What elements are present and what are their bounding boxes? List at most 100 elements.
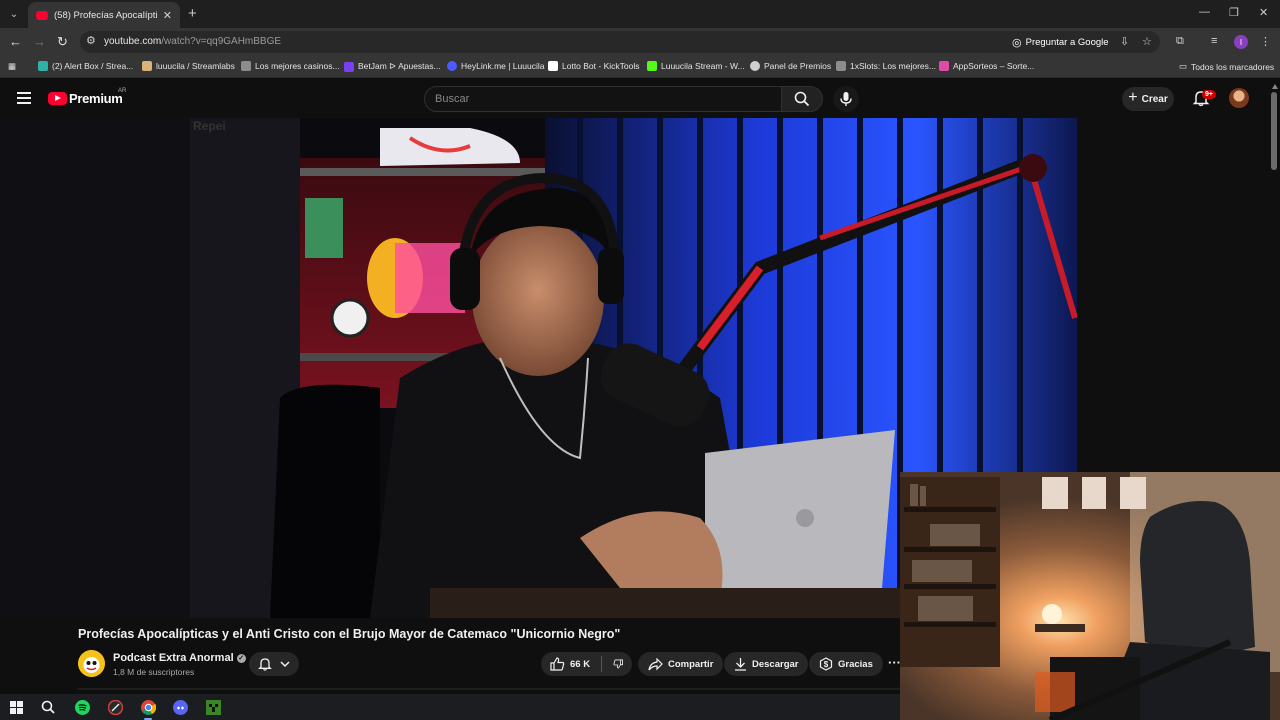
search-input[interactable]: Buscar xyxy=(424,86,782,112)
like-dislike-group: 66 K xyxy=(541,652,632,676)
browser-tab-active[interactable]: (58) Profecías Apocalípticas y el Anti C… xyxy=(28,2,180,28)
bookmark-favicon-icon xyxy=(548,61,558,71)
chevron-down-icon xyxy=(280,661,290,668)
bookmark-favicon-icon xyxy=(344,61,354,72)
close-window-icon[interactable]: ✕ xyxy=(1259,6,1268,19)
super-thanks-icon: $ xyxy=(819,657,833,671)
bookmark-heylink[interactable]: HeyLink.me | Luuucila xyxy=(447,61,544,71)
bookmark-streamlabs[interactable]: luuucila / Streamlabs xyxy=(142,61,235,71)
bookmark-panel-premios[interactable]: Panel de Premios xyxy=(750,61,831,71)
bookmark-favicon-icon xyxy=(447,61,457,71)
site-info-icon[interactable]: ⚙ xyxy=(86,34,96,47)
ask-google-button[interactable]: ◎ Preguntar a Google xyxy=(1012,33,1109,51)
bookmark-1xslots[interactable]: 1xSlots: Los mejores... xyxy=(836,61,936,71)
new-tab-button[interactable]: + xyxy=(188,5,197,22)
bookmark-star-icon[interactable]: ☆ xyxy=(1142,35,1152,48)
kick-favicon-icon xyxy=(647,61,657,71)
video-title: Profecías Apocalípticas y el Anti Cristo… xyxy=(78,627,621,641)
minecraft-icon[interactable] xyxy=(204,698,222,716)
bookmark-betjam[interactable]: BetJam ᐅ Apuestas... xyxy=(344,61,441,72)
install-app-icon[interactable]: ⇩ xyxy=(1120,35,1129,48)
bookmark-favicon-icon xyxy=(750,61,760,71)
thumbs-down-icon[interactable] xyxy=(613,657,623,671)
bookmark-appsorteos[interactable]: AppSorteos – Sorte... xyxy=(939,61,1034,71)
account-avatar[interactable] xyxy=(1229,88,1249,108)
bookmark-favicon-icon xyxy=(38,61,48,71)
download-icon xyxy=(735,658,746,671)
restore-window-icon[interactable]: ❐ xyxy=(1229,6,1239,19)
share-button[interactable]: Compartir xyxy=(638,652,724,676)
thanks-button[interactable]: $ Gracias xyxy=(809,652,883,676)
channel-logo-icon xyxy=(78,650,105,677)
bookmark-favicon-icon xyxy=(142,61,152,71)
app-icon-red-circle[interactable] xyxy=(106,698,124,716)
webcam-overlay xyxy=(900,472,1280,720)
bookmark-casinos[interactable]: Los mejores casinos... xyxy=(241,61,340,71)
minimize-window-icon[interactable]: — xyxy=(1199,6,1210,18)
watermark-logo: Repei xyxy=(193,119,226,133)
bookmark-luuucila-stream[interactable]: Luuucila Stream - W... xyxy=(647,61,745,71)
browser-profile-avatar[interactable]: I xyxy=(1234,35,1248,49)
taskbar-search-icon[interactable] xyxy=(39,698,57,716)
microphone-icon xyxy=(840,92,852,106)
browser-menu-icon[interactable]: ⋮ xyxy=(1260,35,1271,48)
search-button[interactable] xyxy=(781,86,823,112)
reload-icon[interactable]: ↻ xyxy=(57,34,68,50)
page-scrollbar-thumb[interactable] xyxy=(1271,92,1277,170)
bookmark-lotto-bot[interactable]: Lotto Bot - KickTools xyxy=(548,61,639,71)
download-label: Descargar xyxy=(752,658,799,670)
like-button[interactable]: 66 K xyxy=(550,657,590,671)
more-actions-button[interactable]: ··· xyxy=(888,655,901,670)
youtube-premium-logo[interactable]: Premium xyxy=(69,91,123,106)
browser-tab-strip: ⌄ (58) Profecías Apocalípticas y el Anti… xyxy=(0,0,1280,28)
webcam-feed xyxy=(900,472,1280,720)
channel-avatar[interactable] xyxy=(78,650,105,677)
url-text: youtube.com/watch?v=qq9GAHmBBGE xyxy=(104,36,282,47)
subscriber-count: 1,8 M de suscriptores xyxy=(113,667,195,677)
svg-text:$: $ xyxy=(824,660,829,669)
notifications-badge: 9+ xyxy=(1202,90,1216,99)
spotify-icon[interactable] xyxy=(73,698,91,716)
bookmarks-bar: ▦ (2) Alert Box / Strea... luuucila / St… xyxy=(0,56,1280,78)
create-button[interactable]: + Crear xyxy=(1122,87,1174,111)
video-side-area xyxy=(1077,118,1269,472)
discord-icon[interactable] xyxy=(171,698,189,716)
share-arrow-icon xyxy=(648,657,663,670)
bookmark-alert-box[interactable]: (2) Alert Box / Strea... xyxy=(38,61,133,71)
ask-google-label: Preguntar a Google xyxy=(1025,36,1109,48)
guide-menu-icon[interactable] xyxy=(17,92,31,104)
bookmark-favicon-icon xyxy=(939,61,949,71)
folder-icon: ▭ xyxy=(1179,61,1188,71)
forward-arrow-icon[interactable]: → xyxy=(33,34,46,49)
browser-toolbar: ← → ↻ ⚙ youtube.com/watch?v=qq9GAHmBBGE … xyxy=(0,28,1280,56)
chrome-icon[interactable] xyxy=(139,698,157,720)
address-bar[interactable]: ⚙ youtube.com/watch?v=qq9GAHmBBGE ◎ Preg… xyxy=(80,31,1160,53)
bookmark-favicon-icon xyxy=(241,61,251,71)
create-label: Crear xyxy=(1141,93,1168,105)
extensions-icon[interactable]: ⧉ xyxy=(1176,35,1184,48)
scroll-up-arrow-icon[interactable] xyxy=(1272,84,1278,89)
windows-taskbar xyxy=(0,694,900,720)
youtube-logo-icon[interactable] xyxy=(48,92,67,105)
back-arrow-icon[interactable]: ← xyxy=(9,34,22,49)
download-button[interactable]: Descargar xyxy=(724,652,809,676)
region-code: AR xyxy=(118,88,127,94)
close-tab-icon[interactable]: ✕ xyxy=(163,9,172,22)
verified-check-icon: ✓ xyxy=(236,654,246,663)
bookmark-favicon-icon xyxy=(836,61,846,71)
plus-icon: + xyxy=(1128,89,1138,106)
media-controls-icon[interactable]: ≡ xyxy=(1211,35,1217,47)
description-divider xyxy=(78,688,900,690)
youtube-header: Premium AR Buscar + Crear 9+ xyxy=(0,78,1280,118)
channel-name[interactable]: Podcast Extra Anormal ✓ xyxy=(113,652,246,664)
windows-start-icon[interactable] xyxy=(7,698,25,716)
apps-grid-icon[interactable]: ▦ xyxy=(8,61,16,72)
subscription-notifications-button[interactable] xyxy=(249,652,299,676)
google-lens-icon: ◎ xyxy=(1012,36,1022,49)
all-bookmarks-folder[interactable]: ▭ Todos los marcadores xyxy=(1179,61,1274,72)
voice-search-button[interactable] xyxy=(833,86,859,112)
thanks-label: Gracias xyxy=(838,658,873,670)
tab-search-chevron-icon[interactable]: ⌄ xyxy=(4,4,24,24)
search-icon xyxy=(794,91,810,107)
tab-title: (58) Profecías Apocalípticas y el Anti C… xyxy=(54,9,157,21)
